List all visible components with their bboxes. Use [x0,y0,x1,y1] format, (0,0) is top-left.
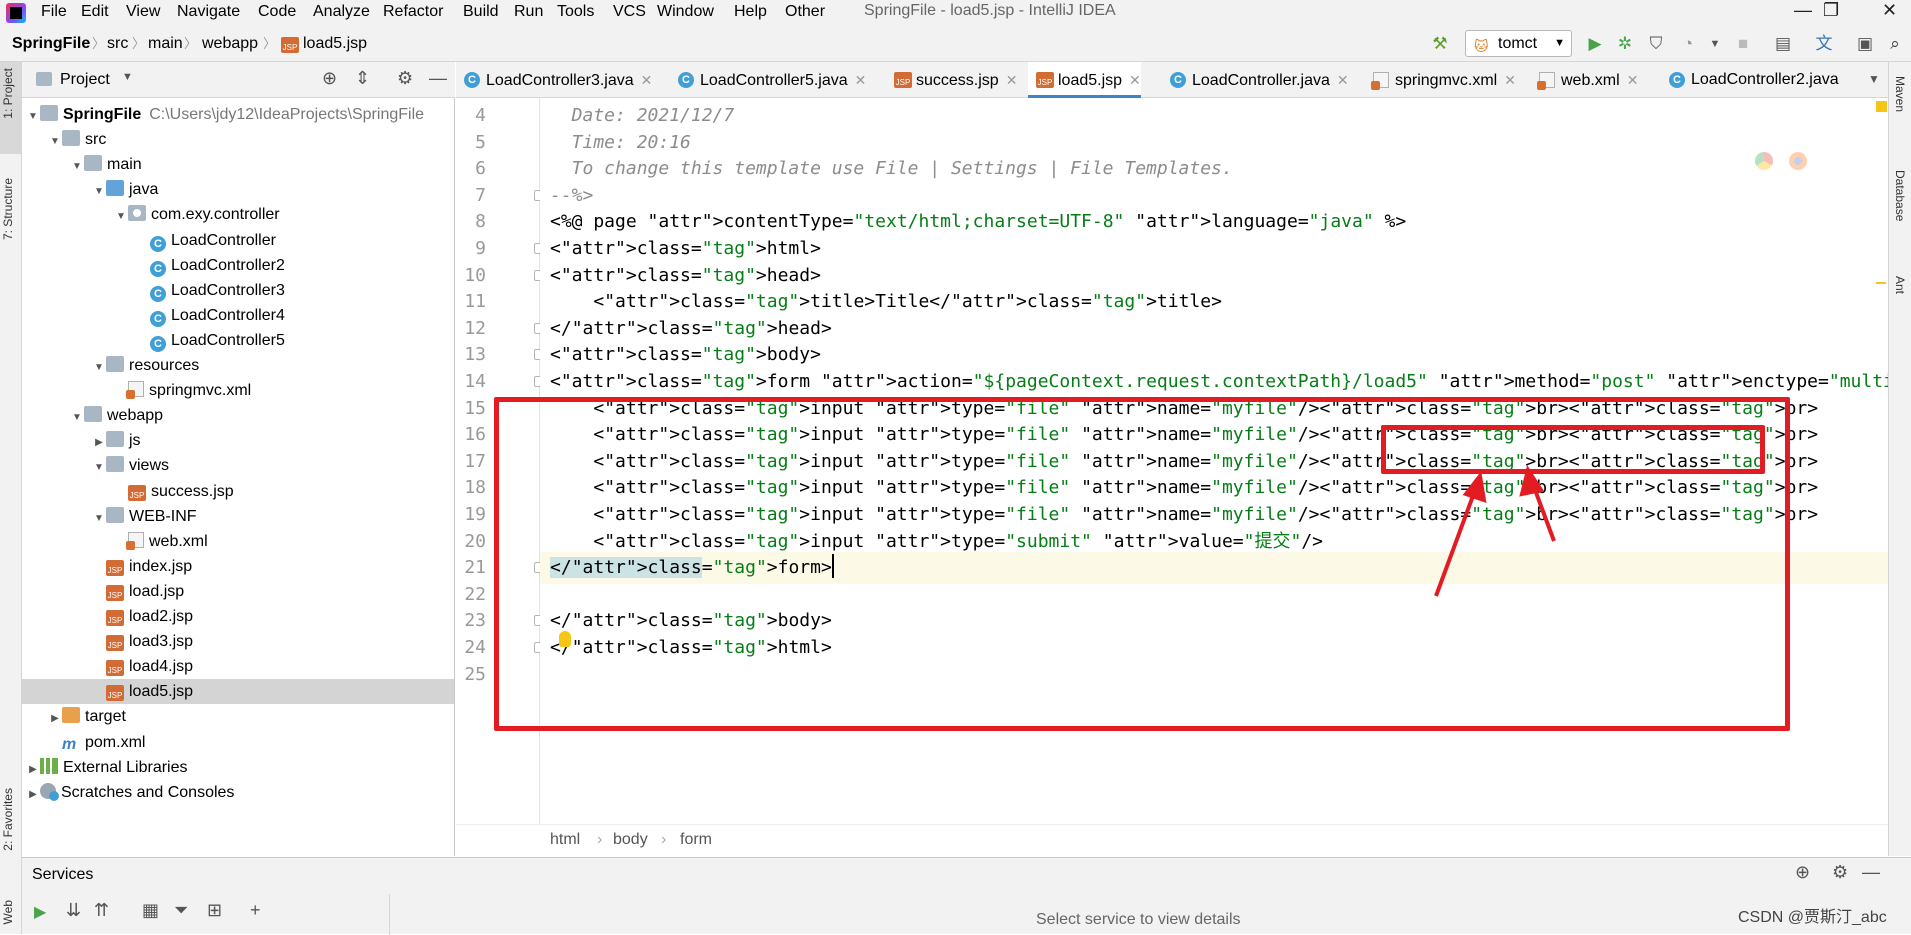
annotation-arrows [1434,465,1556,597]
annotation-arrowhead-right [1519,465,1545,497]
annotation-arrow-left [1434,484,1479,597]
annotation-arrowhead-left [1462,471,1487,503]
csdn-watermark: CSDN @贾斯汀_abc [1738,909,1887,926]
